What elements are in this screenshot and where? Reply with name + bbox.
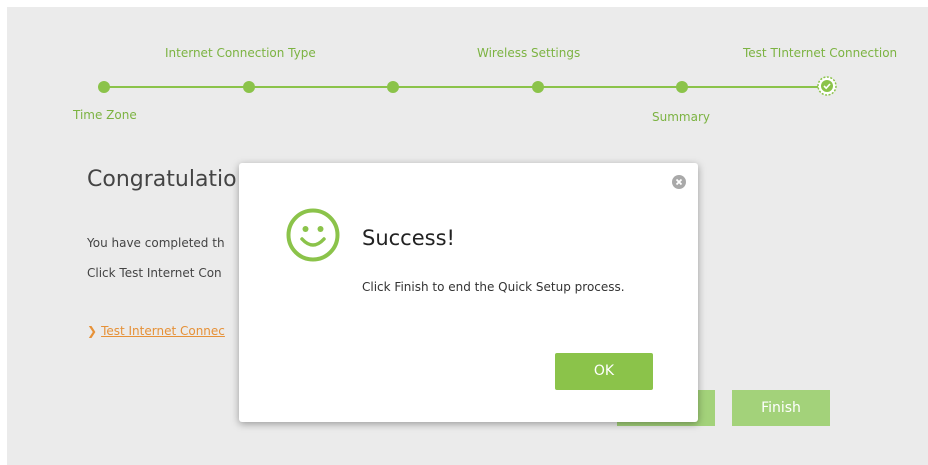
dialog-title: Success! <box>362 226 455 250</box>
progress-track <box>104 86 824 88</box>
smiley-icon <box>285 207 341 263</box>
close-icon[interactable] <box>672 175 686 189</box>
chevron-right-icon: ❯ <box>87 324 98 338</box>
step-label-test-connection: Test TInternet Connection <box>743 46 898 60</box>
step-check-icon <box>817 76 837 96</box>
test-internet-connection-link[interactable]: ❯ Test Internet Connec <box>87 324 225 338</box>
step-label-time-zone: Time Zone <box>73 108 137 122</box>
step-dot-time-zone <box>98 81 110 93</box>
step-dot-unnamed <box>387 81 399 93</box>
instruction-text: Click Test Internet Con <box>87 266 222 280</box>
step-dot-wireless-settings <box>532 81 544 93</box>
ok-button[interactable]: OK <box>555 353 653 390</box>
step-dot-internet-connection-type <box>243 81 255 93</box>
step-label-internet-connection-type: Internet Connection Type <box>165 46 316 60</box>
completion-text: You have completed th <box>87 236 225 250</box>
success-dialog: Success! Click Finish to end the Quick S… <box>239 163 698 422</box>
finish-button[interactable]: Finish <box>732 390 830 426</box>
step-dot-summary <box>676 81 688 93</box>
step-label-summary: Summary <box>652 110 710 124</box>
page-title: Congratulatio <box>87 167 237 192</box>
step-label-wireless-settings: Wireless Settings <box>477 46 581 60</box>
dialog-message: Click Finish to end the Quick Setup proc… <box>362 280 625 294</box>
